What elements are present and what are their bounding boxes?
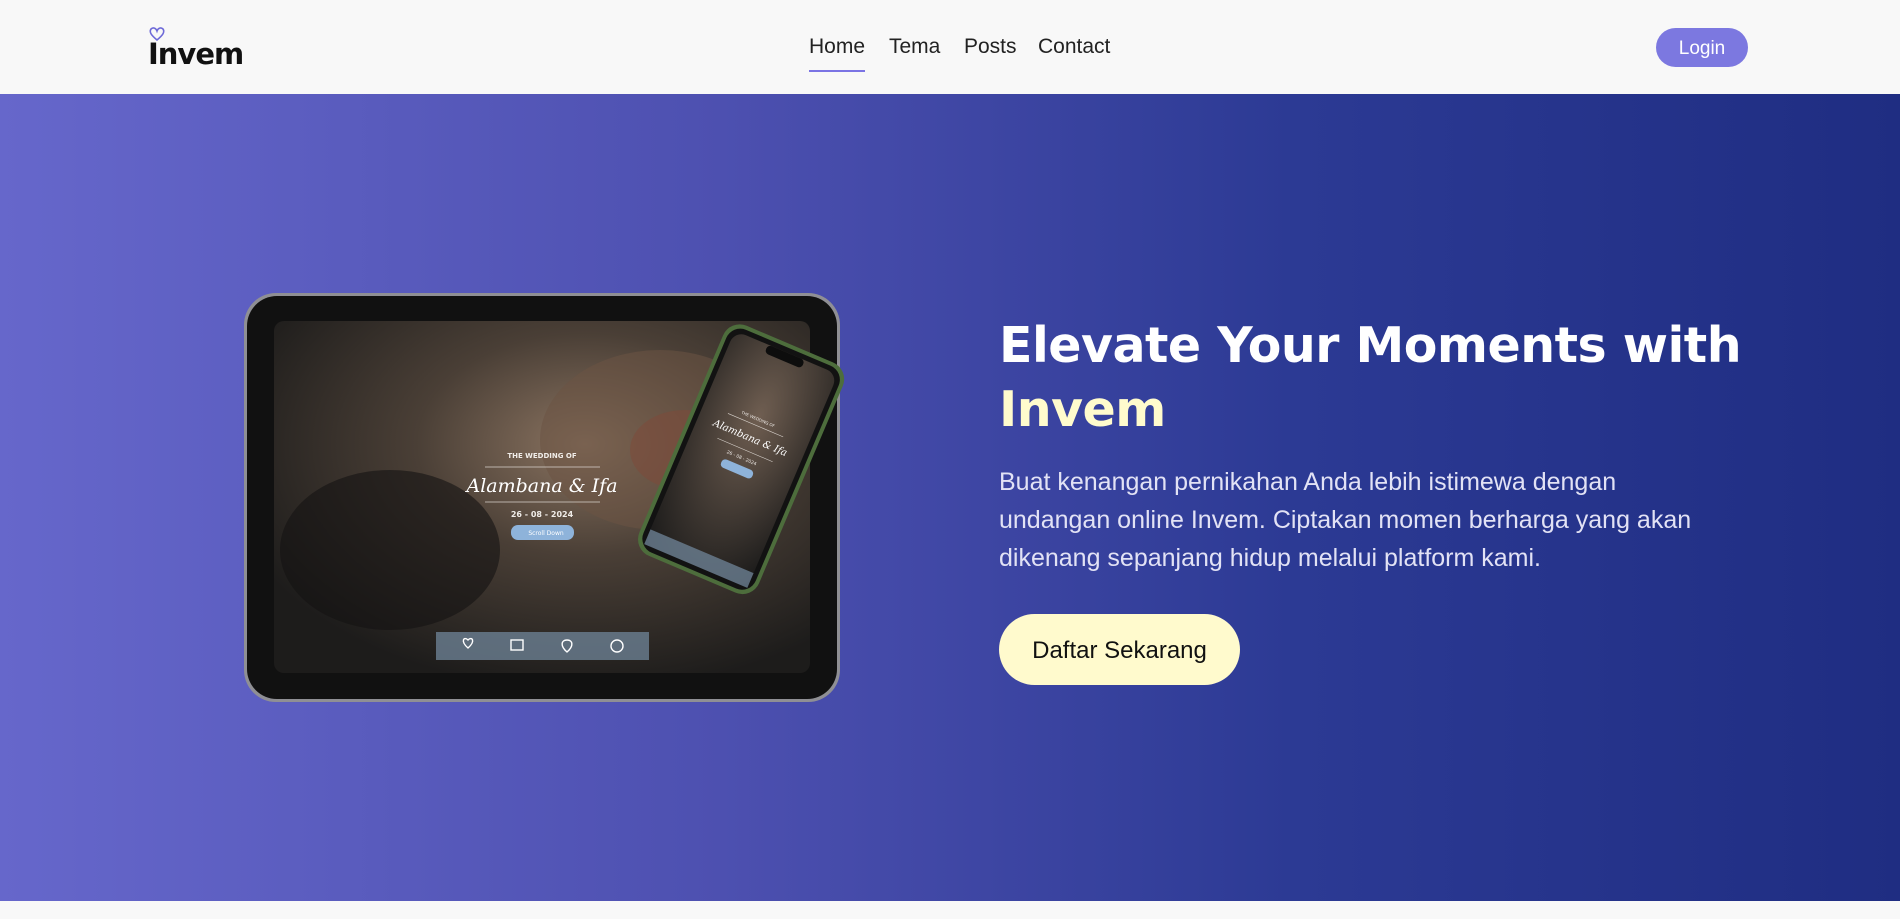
navbar: Invem Home Tema Posts Contact Login <box>0 0 1900 94</box>
couple-names: Alambana & Ifa <box>464 475 617 497</box>
register-button[interactable]: Daftar Sekarang <box>999 614 1240 685</box>
hero-title-highlight: Invem <box>999 381 1166 438</box>
nav-active-indicator <box>809 70 865 72</box>
hero-description: Buat kenangan pernikahan Anda lebih isti… <box>999 468 1692 572</box>
hero-title-main: Elevate Your Moments with <box>999 317 1742 374</box>
login-button[interactable]: Login <box>1656 28 1748 67</box>
wedding-of-label: THE WEDDING OF <box>507 452 577 460</box>
main-nav: Home Tema Posts Contact <box>0 32 1900 72</box>
hero-title: Elevate Your Moments with Invem <box>999 314 1799 442</box>
nav-contact[interactable]: Contact <box>1038 32 1110 62</box>
nav-tema[interactable]: Tema <box>889 32 940 62</box>
device-mockup: THE WEDDING OF Alambana & Ifa 26 - 08 - … <box>244 293 845 702</box>
wedding-date: 26 - 08 - 2024 <box>511 510 574 519</box>
scroll-down-label: Scroll Down <box>528 530 564 537</box>
nav-home[interactable]: Home <box>809 32 865 62</box>
nav-posts[interactable]: Posts <box>964 32 1017 62</box>
